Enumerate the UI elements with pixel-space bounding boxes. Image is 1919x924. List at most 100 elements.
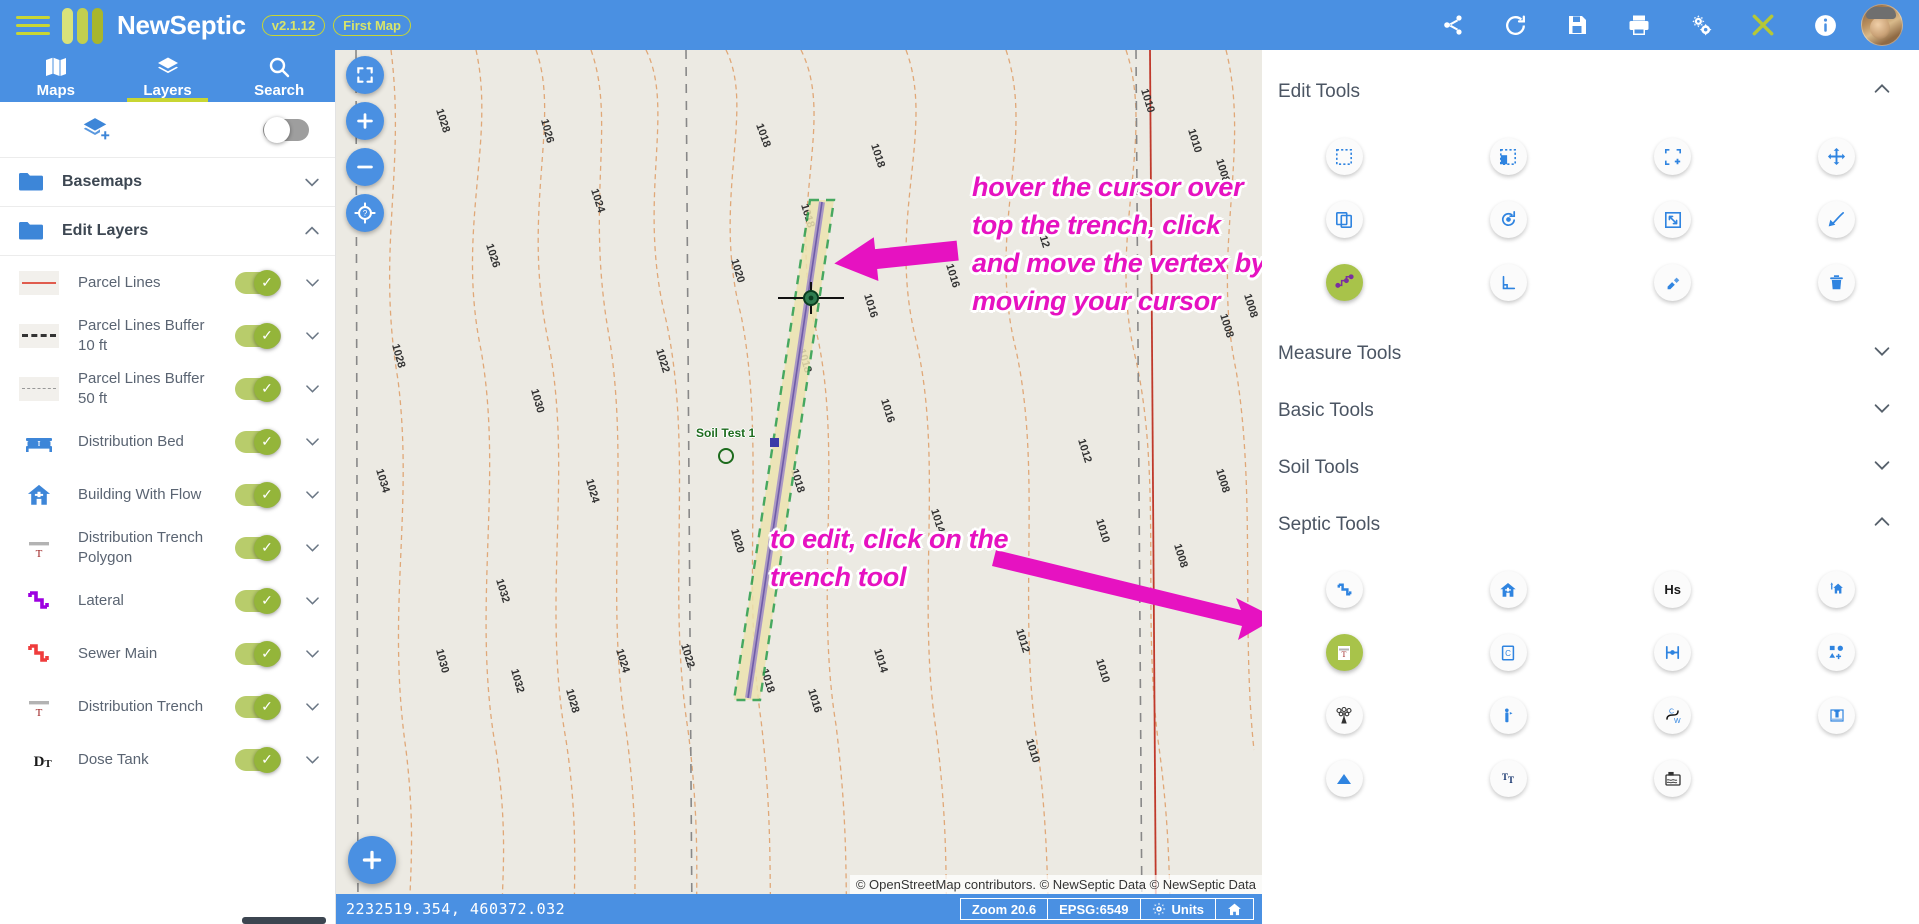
layer-toggle[interactable]: ✓ xyxy=(227,693,289,720)
units-button[interactable]: Units xyxy=(1139,898,1215,920)
home-icon[interactable] xyxy=(1215,898,1254,920)
epsg-badge[interactable]: EPSG:6549 xyxy=(1047,898,1140,920)
layer-toggle[interactable]: ✓ xyxy=(227,428,289,455)
locate-me-icon[interactable]: ? xyxy=(346,194,384,232)
refresh-icon[interactable] xyxy=(1501,11,1529,39)
chevron-down-icon[interactable] xyxy=(289,432,335,451)
layer-toggle[interactable]: ✓ xyxy=(227,322,289,349)
chevron-up-icon[interactable] xyxy=(289,221,335,241)
tab-search[interactable]: Search xyxy=(223,50,335,102)
list-item[interactable]: Parcel Lines ✓ xyxy=(0,256,335,309)
distribution-network-icon[interactable] xyxy=(1325,697,1363,734)
house-soil-icon[interactable]: Hs xyxy=(1654,571,1692,608)
chevron-down-icon[interactable] xyxy=(1871,340,1893,367)
right-angle-icon[interactable] xyxy=(1489,264,1527,301)
share-icon[interactable] xyxy=(1439,11,1467,39)
rotate-feature-icon[interactable] xyxy=(1489,201,1527,238)
edit-vertex-icon[interactable] xyxy=(1325,264,1363,301)
list-item[interactable]: Distribution Bed ✓ xyxy=(0,415,335,468)
section-septic-tools[interactable]: Septic Tools xyxy=(1262,495,1919,552)
chevron-down-icon[interactable] xyxy=(289,326,335,345)
delete-feature-icon[interactable] xyxy=(1818,264,1856,301)
zoom-in-icon[interactable] xyxy=(346,102,384,140)
building-icon[interactable] xyxy=(1489,571,1527,608)
layer-toggle[interactable]: ✓ xyxy=(227,481,289,508)
section-measure-tools[interactable]: Measure Tools xyxy=(1262,324,1919,381)
add-building-icon[interactable] xyxy=(1818,571,1856,608)
chamber-icon[interactable]: C xyxy=(1489,634,1527,671)
select-box-icon[interactable] xyxy=(1325,138,1363,175)
triangle-marker-icon[interactable] xyxy=(1325,760,1363,797)
layer-toggle[interactable]: ✓ xyxy=(227,375,289,402)
chevron-up-icon[interactable] xyxy=(1871,511,1893,538)
chevron-down-icon[interactable] xyxy=(289,538,335,557)
chevron-down-icon[interactable] xyxy=(289,379,335,398)
list-item[interactable]: Building With Flow ✓ xyxy=(0,468,335,521)
fullscreen-icon[interactable] xyxy=(346,56,384,94)
save-icon[interactable] xyxy=(1563,11,1591,39)
sewer-main-icon[interactable] xyxy=(1325,571,1363,608)
list-item[interactable]: Parcel Lines Buffer 50 ft ✓ xyxy=(0,362,335,415)
layer-toggle[interactable]: ✓ xyxy=(227,587,289,614)
list-item[interactable]: T Distribution Trench ✓ xyxy=(0,680,335,733)
layer-toggle[interactable]: ✓ xyxy=(227,269,289,296)
cw-pipe-icon[interactable]: CW xyxy=(1654,697,1692,734)
snap-icon[interactable] xyxy=(1654,264,1692,301)
add-feature-button[interactable] xyxy=(348,836,396,884)
inspection-port-icon[interactable] xyxy=(1489,697,1527,734)
list-item[interactable]: DT Dose Tank ✓ xyxy=(0,733,335,786)
chevron-down-icon[interactable] xyxy=(1871,397,1893,424)
chevron-down-icon[interactable] xyxy=(289,750,335,769)
septic-tank-icon[interactable] xyxy=(1654,760,1692,797)
tank-text-icon[interactable]: TT xyxy=(1489,760,1527,797)
list-item[interactable]: Lateral ✓ xyxy=(0,574,335,627)
bed-width-icon[interactable] xyxy=(1654,634,1692,671)
list-item[interactable]: Parcel Lines Buffer 10 ft ✓ xyxy=(0,309,335,362)
select-add-icon[interactable] xyxy=(1654,138,1692,175)
folder-basemaps[interactable]: Basemaps xyxy=(0,158,335,207)
folder-edit-layers[interactable]: Edit Layers xyxy=(0,207,335,256)
chevron-up-icon[interactable] xyxy=(1871,78,1893,105)
section-basic-tools[interactable]: Basic Tools xyxy=(1262,381,1919,438)
scale-feature-icon[interactable] xyxy=(1654,201,1692,238)
section-soil-tools[interactable]: Soil Tools xyxy=(1262,438,1919,495)
list-item[interactable]: Sewer Main ✓ xyxy=(0,627,335,680)
layer-toggle[interactable]: ✓ xyxy=(227,534,289,561)
chevron-down-icon[interactable] xyxy=(289,591,335,610)
zoom-out-icon[interactable] xyxy=(346,148,384,186)
tab-maps[interactable]: Maps xyxy=(0,50,112,102)
zoom-level-badge[interactable]: Zoom 20.6 xyxy=(959,898,1048,920)
select-subtract-icon[interactable] xyxy=(1489,138,1527,175)
print-icon[interactable] xyxy=(1625,11,1653,39)
scrollbar[interactable] xyxy=(242,917,326,924)
list-item[interactable]: T Distribution Trench Polygon ✓ xyxy=(0,521,335,574)
layer-toggle[interactable]: ✓ xyxy=(227,640,289,667)
trench-tool-icon[interactable]: T xyxy=(1325,634,1363,671)
vertex-edit-handle[interactable] xyxy=(776,280,846,316)
section-edit-tools[interactable]: Edit Tools xyxy=(1262,62,1919,119)
add-layer-icon[interactable] xyxy=(80,115,110,145)
chevron-down-icon[interactable] xyxy=(289,644,335,663)
soil-test-point[interactable] xyxy=(718,448,734,464)
avatar[interactable] xyxy=(1861,4,1903,46)
chevron-down-icon[interactable] xyxy=(289,485,335,504)
info-icon[interactable] xyxy=(1811,11,1839,39)
move-feature-icon[interactable] xyxy=(1818,138,1856,175)
pump-vault-icon[interactable] xyxy=(1818,697,1856,734)
tab-layers[interactable]: Layers xyxy=(112,50,224,102)
chevron-down-icon[interactable] xyxy=(1871,454,1893,481)
map-name-badge[interactable]: First Map xyxy=(333,14,411,36)
chevron-down-icon[interactable] xyxy=(289,273,335,292)
tools-icon[interactable] xyxy=(1749,11,1777,39)
map-canvas[interactable]: 1028 1028 1026 1026 1024 1024 1022 1030 … xyxy=(336,50,1262,924)
layer-toggle[interactable]: ✓ xyxy=(227,746,289,773)
copy-feature-icon[interactable] xyxy=(1325,201,1363,238)
add-features-icon[interactable] xyxy=(1818,634,1856,671)
chevron-down-icon[interactable] xyxy=(289,697,335,716)
reshape-feature-icon[interactable] xyxy=(1818,201,1856,238)
settings-gear-icon[interactable] xyxy=(1687,11,1715,39)
hamburger-icon[interactable] xyxy=(16,12,50,38)
all-layers-toggle[interactable] xyxy=(263,116,309,143)
chevron-down-icon[interactable] xyxy=(289,172,335,192)
tab-search-label: Search xyxy=(254,82,305,99)
